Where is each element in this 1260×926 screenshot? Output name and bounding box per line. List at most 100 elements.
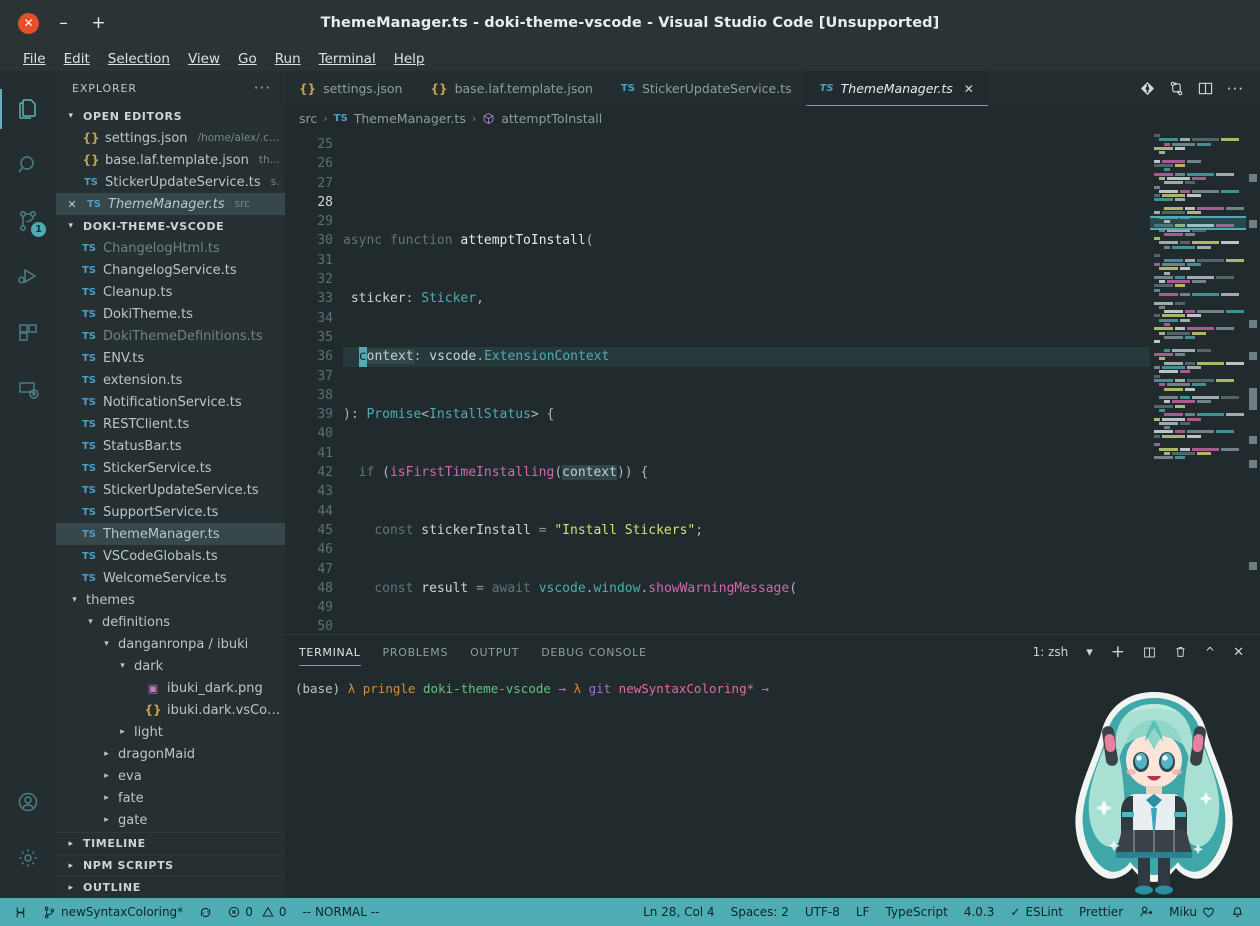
file-stickerupdateservice-ts[interactable]: TS StickerUpdateService.ts: [56, 479, 285, 501]
status-git-branch[interactable]: newSyntaxColoring*: [35, 898, 191, 926]
status-notifications[interactable]: [1223, 898, 1252, 926]
file-vscodeglobals-ts[interactable]: TS VSCodeGlobals.ts: [56, 545, 285, 567]
status-eslint[interactable]: ✓ ESLint: [1002, 898, 1071, 926]
menu-view[interactable]: View: [179, 49, 229, 69]
status-typescript-version[interactable]: 4.0.3: [956, 898, 1003, 926]
close-panel-icon[interactable]: ✕: [1233, 645, 1244, 660]
close-icon[interactable]: ✕: [964, 82, 974, 96]
tab-stickerupdateservice-ts[interactable]: TS StickerUpdateService.ts: [606, 71, 806, 106]
file-ibuki-dark-vscode-definition[interactable]: {} ibuki.dark.vsCode.definit…: [56, 699, 285, 721]
file-changeloghtml-ts[interactable]: TS ChangelogHtml.ts: [56, 237, 285, 259]
folder-dragonmaid[interactable]: ▸ dragonMaid: [56, 743, 285, 765]
status-indentation[interactable]: Spaces: 2: [723, 898, 797, 926]
section-project-root[interactable]: ▾ DOKI-THEME-VSCODE: [56, 215, 285, 237]
folder-eva[interactable]: ▸ eva: [56, 765, 285, 787]
folder-danganronpa-ibuki[interactable]: ▾ danganronpa / ibuki: [56, 633, 285, 655]
terminal-selector[interactable]: 1: zsh: [1033, 645, 1069, 659]
tab-thememanager-ts[interactable]: TS ThemeManager.ts ✕: [805, 71, 989, 106]
folder-light[interactable]: ▸ light: [56, 721, 285, 743]
split-editor-icon[interactable]: [1198, 81, 1213, 96]
activity-source-control[interactable]: 1: [0, 193, 56, 249]
folder-themes[interactable]: ▾ themes: [56, 589, 285, 611]
close-icon[interactable]: ✕: [64, 198, 80, 211]
section-timeline[interactable]: ▸ TIMELINE: [56, 832, 285, 854]
file-statusbar-ts[interactable]: TS StatusBar.ts: [56, 435, 285, 457]
menu-edit[interactable]: Edit: [55, 49, 99, 69]
activity-run-debug[interactable]: [0, 249, 56, 305]
open-editor-thememanager-ts[interactable]: ✕ TS ThemeManager.ts src: [56, 193, 285, 215]
status-prettier[interactable]: Prettier: [1071, 898, 1131, 926]
status-encoding[interactable]: UTF-8: [797, 898, 848, 926]
file-supportservice-ts[interactable]: TS SupportService.ts: [56, 501, 285, 523]
file-welcomeservice-ts[interactable]: TS WelcomeService.ts: [56, 567, 285, 589]
tab-base-laf-template-json[interactable]: {} base.laf.template.json: [416, 71, 607, 106]
folder-definitions[interactable]: ▾ definitions: [56, 611, 285, 633]
tab-settings-json[interactable]: {} settings.json: [285, 71, 417, 106]
close-window-button[interactable]: ✕: [18, 12, 39, 34]
status-problems[interactable]: 0 0: [220, 898, 294, 926]
status-sync-changes[interactable]: [191, 898, 220, 926]
lightbulb-icon[interactable]: 💡: [343, 289, 346, 308]
breadcrumb-file[interactable]: ThemeManager.ts: [354, 111, 466, 126]
more-actions-icon[interactable]: ···: [1227, 80, 1244, 98]
code-area[interactable]: 25 26 27 28 29 30 31 32 33 34 35 36 37 3…: [285, 130, 1150, 634]
section-npm-scripts[interactable]: ▸ NPM SCRIPTS: [56, 854, 285, 876]
activity-remote[interactable]: [0, 361, 56, 417]
section-open-editors[interactable]: ▾ OPEN EDITORS: [56, 105, 285, 127]
status-eol[interactable]: LF: [848, 898, 878, 926]
file-extension-ts[interactable]: TS extension.ts: [56, 369, 285, 391]
editor-scrollbar[interactable]: [1246, 130, 1260, 634]
file-dokitheme-ts[interactable]: TS DokiTheme.ts: [56, 303, 285, 325]
file-env-ts[interactable]: TS ENV.ts: [56, 347, 285, 369]
activity-explorer[interactable]: [0, 81, 56, 137]
activity-extensions[interactable]: [0, 305, 56, 361]
open-editor-stickerupdateservice-ts[interactable]: TS StickerUpdateService.ts src: [56, 171, 285, 193]
activity-search[interactable]: [0, 137, 56, 193]
folder-gate[interactable]: ▸ gate: [56, 809, 285, 831]
maximize-window-button[interactable]: +: [88, 13, 109, 34]
menu-terminal[interactable]: Terminal: [310, 49, 385, 69]
file-notificationservice-ts[interactable]: TS NotificationService.ts: [56, 391, 285, 413]
status-doki-theme[interactable]: Miku: [1161, 898, 1223, 926]
section-outline[interactable]: ▸ OUTLINE: [56, 876, 285, 898]
file-thememanager-ts[interactable]: TS ThemeManager.ts: [56, 523, 285, 545]
panel-tab-terminal[interactable]: TERMINAL: [299, 635, 361, 669]
terminal-output[interactable]: (base) λ pringle doki-theme-vscode → λ g…: [285, 669, 1260, 898]
file-ibuki-dark-png[interactable]: ▣ ibuki_dark.png: [56, 677, 285, 699]
open-editor-base-laf-template-json[interactable]: {} base.laf.template.json the…: [56, 149, 285, 171]
file-stickerservice-ts[interactable]: TS StickerService.ts: [56, 457, 285, 479]
status-live-share[interactable]: [1131, 898, 1161, 926]
menu-go[interactable]: Go: [229, 49, 266, 69]
source-control-diff-icon[interactable]: [1140, 81, 1155, 96]
file-restclient-ts[interactable]: TS RESTClient.ts: [56, 413, 285, 435]
file-cleanup-ts[interactable]: TS Cleanup.ts: [56, 281, 285, 303]
source-code[interactable]: async function attemptToInstall( 💡 stick…: [343, 130, 1150, 634]
file-changelogservice-ts[interactable]: TS ChangelogService.ts: [56, 259, 285, 281]
file-dokithemedefinitions-ts[interactable]: TS DokiThemeDefinitions.ts: [56, 325, 285, 347]
status-remote-indicator[interactable]: [6, 898, 35, 926]
panel-tab-debug-console[interactable]: DEBUG CONSOLE: [541, 635, 646, 669]
folder-dark[interactable]: ▾ dark: [56, 655, 285, 677]
folder-fate[interactable]: ▸ fate: [56, 787, 285, 809]
status-language-mode[interactable]: TypeScript: [877, 898, 955, 926]
minimap-slider[interactable]: [1150, 216, 1246, 230]
kill-terminal-icon[interactable]: [1174, 645, 1187, 659]
menu-file[interactable]: File: [14, 49, 55, 69]
split-changes-icon[interactable]: [1169, 81, 1184, 96]
menu-selection[interactable]: Selection: [99, 49, 179, 69]
activity-accounts[interactable]: [0, 774, 56, 830]
maximize-panel-icon[interactable]: ^: [1205, 645, 1215, 659]
open-editor-settings-json[interactable]: {} settings.json /home/alex/.c…: [56, 127, 285, 149]
sidebar-more-icon[interactable]: ···: [254, 79, 271, 97]
activity-settings[interactable]: [0, 830, 56, 886]
breadcrumb-symbol[interactable]: attemptToInstall: [501, 111, 602, 126]
menu-run[interactable]: Run: [266, 49, 310, 69]
breadcrumb-root[interactable]: src: [299, 111, 317, 126]
new-terminal-icon[interactable]: +: [1111, 642, 1125, 662]
status-cursor-position[interactable]: Ln 28, Col 4: [635, 898, 723, 926]
panel-tab-output[interactable]: OUTPUT: [470, 635, 519, 669]
minimap[interactable]: [1150, 130, 1260, 634]
minimize-window-button[interactable]: –: [53, 13, 74, 34]
terminal-dropdown-icon[interactable]: ▾: [1086, 645, 1093, 660]
panel-tab-problems[interactable]: PROBLEMS: [383, 635, 449, 669]
